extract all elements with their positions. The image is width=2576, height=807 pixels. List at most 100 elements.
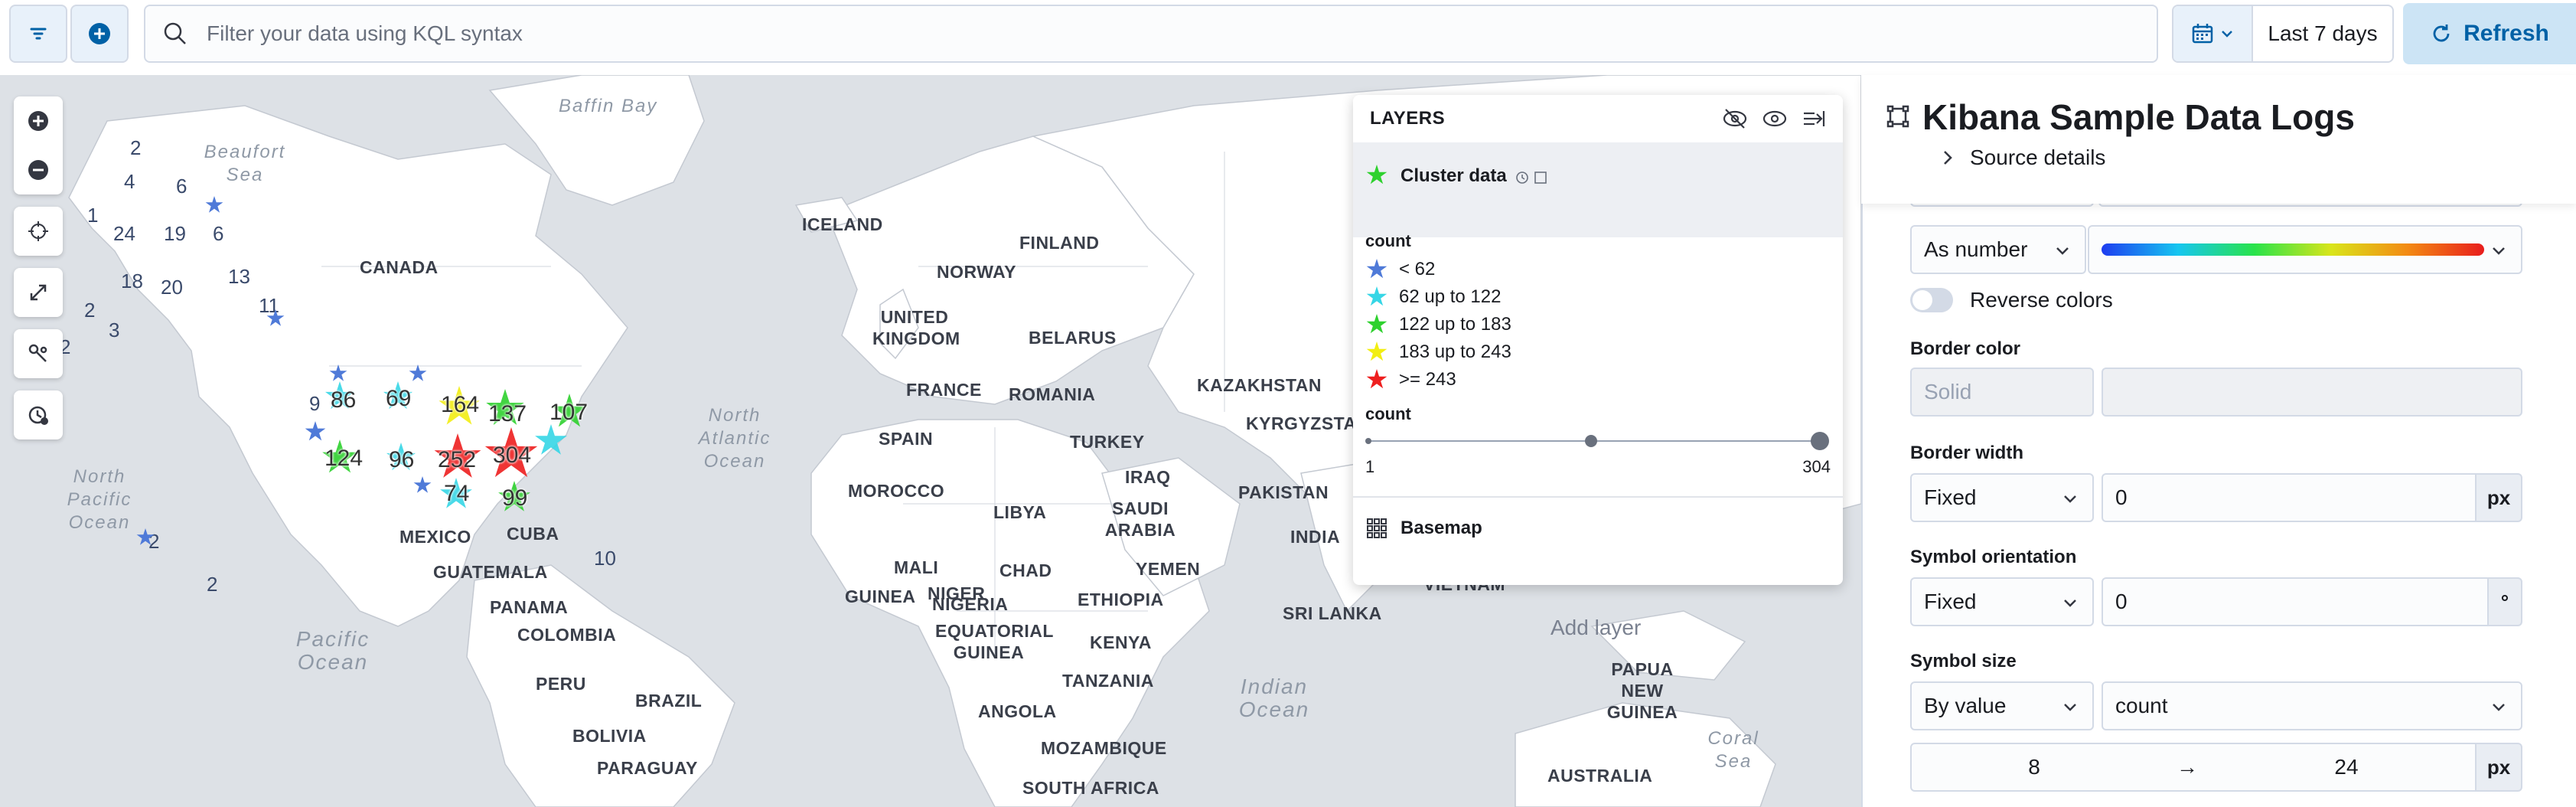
filter-menu-button[interactable] [9,5,67,63]
date-picker: Last 7 days [2172,5,2394,63]
size-legend-scale [1365,432,1829,450]
legend-label: 62 up to 122 [1399,286,1502,307]
add-layer-button[interactable]: Add layer [1550,616,1641,640]
zoom-controls [14,96,63,194]
source-details-label: Source details [1970,145,2106,169]
color-ramp-select[interactable] [2088,225,2522,274]
cluster-star [266,309,285,326]
fit-to-data-button[interactable] [14,268,63,317]
date-range-label[interactable]: Last 7 days [2253,6,2392,61]
panel-header: Kibana Sample Data Logs Source details [1861,75,2576,204]
layer-legend: count < 62 62 up to 122 122 up to 183 183 u… [1353,231,1843,477]
reverse-colors-toggle[interactable]: Reverse colors [1910,288,2113,312]
legend-label: >= 243 [1399,369,1456,390]
reverse-colors-label: Reverse colors [1970,288,2113,312]
border-color-picker[interactable] [2102,368,2522,417]
orientation-unit: ° [2487,577,2522,626]
cluster-star [413,476,432,493]
legend-title-size: count [1365,404,1411,423]
layer-name: Basemap [1400,518,1482,538]
color-type-select[interactable]: As number [1910,225,2086,274]
set-view-control [14,207,63,256]
size-min-marker [1365,438,1371,444]
expand-icon [30,284,47,301]
cluster-star [409,364,427,381]
size-field-value: count [2115,694,2168,717]
legend-color-rows: < 62 62 up to 122 122 up to 183 183 up to 2… [1365,256,1831,394]
cluster-star [329,364,347,381]
legend-row: < 62 [1365,256,1831,283]
border-width-unit: px [2475,473,2522,522]
timeslider-control [14,390,63,439]
layers-header: LAYERS [1353,95,1843,142]
size-unit: px [2475,743,2522,792]
orientation-mode-select[interactable]: Fixed [1910,577,2094,626]
size-max-input[interactable]: 24 [2218,755,2475,779]
symbol-size-label: Symbol size [1910,651,2017,671]
zoom-out-button[interactable] [14,145,63,194]
layer-control-panel: LAYERS Cluster data count < 62 62 up to 1… [1353,95,1843,585]
cluster-star [305,421,326,441]
border-color-label: Border color [1910,338,2021,359]
size-mode-select[interactable]: By value [1910,681,2094,730]
size-range-input: 8 → 24 [1910,743,2477,792]
chevron-down-icon [2056,247,2069,255]
layer-item-cluster-data[interactable]: Cluster data [1353,142,1843,237]
chevron-right-icon [1944,151,1952,165]
star-icon [1366,259,1387,279]
cluster-star [136,528,155,545]
eye-closed-icon[interactable] [1722,107,1748,130]
legend-label: < 62 [1399,259,1436,279]
color-ramp-swatch [2102,243,2484,256]
eye-icon[interactable] [1762,107,1788,130]
orientation-mode-value: Fixed [1924,590,1977,613]
border-width-label: Border width [1910,443,2023,463]
border-width-mode-value: Fixed [1924,485,1977,509]
color-type-value: As number [1924,237,2028,261]
add-filter-button[interactable] [70,5,129,63]
kql-search-input[interactable] [205,21,2157,47]
size-range-arrow: → [2177,755,2198,779]
layers-title: LAYERS [1370,108,1446,129]
border-width-mode-select[interactable]: Fixed [1910,473,2094,522]
chevron-down-icon [2493,247,2505,255]
legend-row: 183 up to 243 [1365,338,1831,366]
border-width-input[interactable]: 0 [2102,473,2477,522]
chevron-down-icon [2064,704,2076,711]
source-details-toggle[interactable]: Source details [1941,145,2105,170]
orientation-input[interactable]: 0 [2102,577,2489,626]
cluster-count-label: 304 [493,443,532,468]
refresh-button[interactable]: Refresh [2403,3,2576,64]
refresh-label: Refresh [2464,21,2549,46]
star-icon [1366,165,1387,185]
filter-bounds-icon [1534,172,1547,184]
size-min-input[interactable]: 8 [1912,755,2157,779]
wrench-icon [28,344,47,362]
search-icon [164,22,186,44]
star-icon [1366,314,1387,334]
cluster-star [205,196,223,213]
crosshair-icon [28,221,48,241]
layer-title: Kibana Sample Data Logs [1922,97,2355,137]
legend-row: 62 up to 122 [1365,283,1831,311]
cluster-count-label: 69 [386,386,412,411]
zoom-in-button[interactable] [14,96,63,145]
quick-menu-button[interactable] [2173,6,2253,61]
size-field-select[interactable]: count [2102,681,2522,730]
star-icon [1366,369,1387,389]
cluster-count-label: 86 [331,387,357,413]
symbol-orientation-label: Symbol orientation [1910,547,2077,567]
vector-layer-icon [1886,105,1909,128]
timeslider-button[interactable] [14,390,63,439]
legend-row: 122 up to 183 [1365,311,1831,338]
kql-search-field[interactable] [144,5,2158,63]
tools-button[interactable] [14,329,63,378]
border-color-type-select[interactable]: Solid [1910,368,2094,417]
chevron-down-icon [2064,600,2076,607]
set-view-button[interactable] [14,207,63,256]
layer-item-basemap[interactable]: Basemap [1353,504,1843,553]
minus-circle-icon [28,160,48,180]
reverse-colors-switch[interactable] [1910,288,1953,312]
collapse-panel-icon[interactable] [1802,108,1826,129]
legend-row: >= 243 [1365,366,1831,394]
